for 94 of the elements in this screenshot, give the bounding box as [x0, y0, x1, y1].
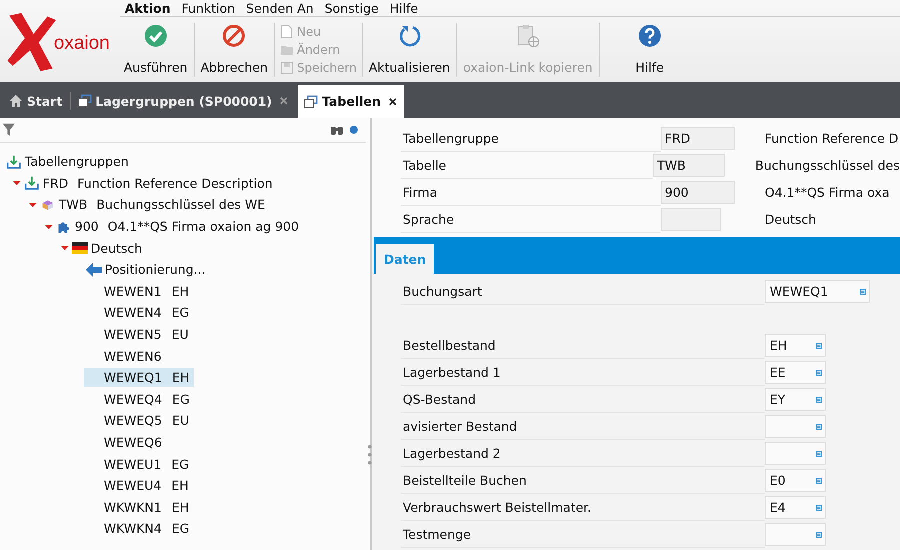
field-description: Buchungsschlüssel des — [755, 158, 900, 173]
lookup-icon[interactable] — [816, 450, 822, 456]
field-label: Sprache — [401, 206, 661, 233]
tree-item[interactable]: WEWEQ4 EG — [84, 390, 194, 409]
tab[interactable]: Lagergruppen (SP00001) — [72, 87, 294, 115]
tree-item[interactable]: TWB Buchungsschlüssel des WE — [59, 197, 266, 212]
lookup-field[interactable]: E0 — [765, 469, 826, 492]
lookup-field[interactable] — [765, 523, 826, 546]
field-label: Bestellbestand — [401, 332, 765, 359]
tree-item[interactable]: WEWEU4 EH — [84, 476, 193, 496]
menu-item[interactable]: Sonstige — [324, 0, 379, 16]
read-only-field: FRD — [661, 127, 735, 150]
tree-item[interactable]: 900 O4.1**QS Firma oxaion ag 900 — [75, 219, 300, 234]
toolbar-button[interactable]: Ausführen — [120, 23, 192, 77]
tree-item[interactable]: WEWEN6 — [84, 346, 166, 366]
page-icon — [280, 25, 294, 39]
lookup-field[interactable]: EE — [765, 361, 826, 384]
lookup-icon[interactable] — [816, 478, 822, 484]
field-label: Beistellteile Buchen — [401, 467, 765, 494]
download-icon — [24, 176, 40, 190]
toolbar-button[interactable]: Hilfe — [608, 23, 692, 77]
lookup-field[interactable]: EH — [765, 334, 826, 357]
cube-icon — [40, 198, 56, 212]
tree-item[interactable]: WEWEN1 EH — [84, 282, 194, 301]
menu-item[interactable]: Funktion — [182, 0, 236, 16]
read-only-field: TWB — [653, 154, 726, 177]
filter-icon[interactable] — [2, 123, 16, 137]
lookup-field[interactable] — [765, 442, 826, 465]
close-icon[interactable] — [388, 96, 398, 106]
windows-icon — [304, 94, 318, 108]
logo-text: oxaion — [54, 33, 110, 55]
expand-triangle-icon[interactable] — [45, 222, 53, 231]
tree-item[interactable]: WEWEQ5 EU — [84, 411, 194, 430]
menu-item[interactable]: Senden An — [246, 0, 314, 16]
field-label: Lagerbestand 2 — [401, 440, 765, 467]
field-label: Buchungsart — [401, 278, 765, 305]
field-label: Tabellengruppe — [401, 125, 661, 152]
lookup-field[interactable]: E4 — [765, 496, 826, 519]
field-description: Deutsch — [765, 212, 816, 227]
tree-item[interactable]: Deutsch — [91, 240, 142, 256]
status-dot-icon — [350, 126, 358, 134]
lookup-field[interactable] — [765, 415, 826, 438]
tree-item[interactable]: Positionierung... — [105, 262, 206, 278]
field-label: Lagerbestand 1 — [401, 359, 765, 386]
puzzle-icon — [56, 220, 72, 234]
expand-triangle-icon[interactable] — [13, 179, 21, 188]
german-flag-icon — [72, 241, 88, 256]
menu-item[interactable]: Hilfe — [390, 0, 418, 16]
field-label: Tabelle — [401, 152, 654, 179]
refresh-icon — [398, 24, 422, 48]
lookup-icon[interactable] — [816, 370, 822, 376]
menu-item[interactable]: Aktion — [125, 0, 171, 16]
lookup-icon[interactable] — [816, 424, 822, 430]
lookup-field[interactable]: EY — [765, 388, 826, 411]
toolbar-button[interactable]: Aktualisieren — [364, 23, 454, 77]
tree-item[interactable]: WEWEN5 EU — [84, 325, 193, 344]
field-description: O4.1**QS Firma oxa — [765, 185, 890, 200]
tree-item[interactable]: FRD Function Reference Description — [43, 176, 273, 191]
tree-item[interactable]: WEWEQ1 EH — [84, 368, 194, 388]
tree-item[interactable]: WKWKN1 EH — [84, 498, 194, 517]
field-label: QS-Bestand — [401, 386, 765, 413]
field-label: avisierter Bestand — [401, 413, 765, 440]
cancel-icon — [222, 24, 246, 48]
lookup-icon[interactable] — [816, 532, 822, 538]
left-arrow-icon — [86, 262, 102, 277]
tab[interactable]: Tabellen — [298, 85, 404, 118]
checkmark-icon — [144, 24, 168, 48]
tab[interactable]: Start — [4, 87, 68, 115]
tree-item[interactable]: WEWEU1 EG — [84, 454, 194, 474]
splitter-handle-icon[interactable] — [368, 444, 372, 468]
clipboard-icon — [516, 24, 540, 48]
lookup-icon[interactable] — [816, 396, 822, 402]
field-label: Testmenge — [401, 521, 765, 548]
folder-icon — [280, 43, 294, 57]
toolbar-button[interactable]: Abbrechen — [196, 23, 272, 77]
help-icon — [638, 24, 662, 48]
home-icon — [9, 94, 23, 108]
expand-triangle-icon[interactable] — [61, 244, 69, 252]
tree-item[interactable]: WEWEQ6 — [84, 433, 166, 452]
read-only-field — [661, 208, 721, 231]
lookup-icon[interactable] — [860, 288, 866, 294]
tree-item[interactable]: Tabellengruppen — [25, 154, 129, 170]
tree-item[interactable]: WEWEN4 EG — [84, 303, 194, 322]
field-label: Verbrauchswert Beistellmater. — [401, 494, 765, 521]
tree-item[interactable]: WKWKN4 EG — [84, 519, 194, 538]
windows-icon — [78, 94, 92, 108]
read-only-field: 900 — [661, 181, 735, 204]
expand-triangle-icon[interactable] — [29, 200, 37, 209]
lookup-icon[interactable] — [816, 342, 822, 348]
lookup-field[interactable]: WEWEQ1 — [765, 280, 870, 303]
download-icon — [6, 154, 22, 169]
field-description: Function Reference D — [765, 131, 899, 146]
field-label: Firma — [401, 179, 661, 206]
lookup-icon[interactable] — [816, 504, 822, 510]
